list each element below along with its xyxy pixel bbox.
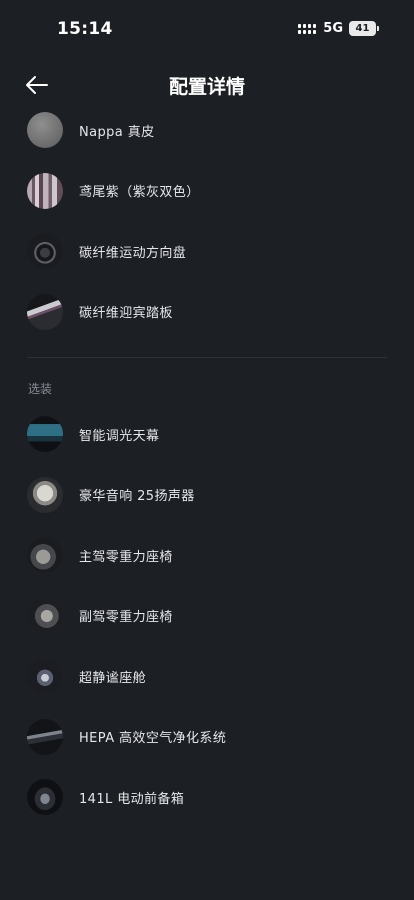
config-item-audio[interactable]: 豪华音响 25扬声器 (0, 465, 414, 526)
config-item-steering-wheel[interactable]: 碳纤维运动方向盘 (0, 221, 414, 282)
nappa-leather-thumb (27, 112, 63, 149)
signal-icon (298, 23, 317, 34)
config-item-label: 141L 电动前备箱 (79, 791, 185, 807)
config-item-label: 豪华音响 25扬声器 (79, 489, 195, 505)
config-item-label: 智能调光天幕 (79, 428, 160, 444)
config-item-door-sill[interactable]: 碳纤维迎宾踏板 (0, 282, 414, 343)
config-item-label: Nappa 真皮 (79, 124, 155, 140)
config-item-driver-seat[interactable]: 主驾零重力座椅 (0, 525, 414, 586)
config-item-nappa-leather[interactable]: Nappa 真皮 (0, 100, 414, 161)
config-item-label: 副驾零重力座椅 (79, 610, 173, 626)
door-sill-thumb (27, 293, 63, 330)
page-title: 配置详情 (168, 76, 245, 98)
config-item-label: 鸢尾紫（紫灰双色） (79, 185, 200, 201)
config-item-frunk[interactable]: 141L 电动前备箱 (0, 767, 414, 828)
status-indicators: 5G 41 (298, 21, 379, 36)
config-item-label: 碳纤维运动方向盘 (79, 245, 187, 261)
frunk-thumb (27, 779, 63, 816)
section-divider (27, 357, 387, 358)
battery-icon: 41 (349, 21, 379, 36)
quiet-cabin-thumb (27, 658, 63, 695)
config-item-label: 超静谧座舱 (79, 670, 147, 686)
battery-level: 41 (355, 23, 370, 34)
config-item-passenger-seat[interactable]: 副驾零重力座椅 (0, 586, 414, 647)
passenger-seat-thumb (27, 597, 63, 634)
steering-wheel-thumb (27, 233, 63, 270)
air-filter-thumb (27, 718, 63, 755)
status-bar: 15:14 5G 41 (0, 0, 414, 62)
network-type: 5G (323, 21, 343, 36)
config-item-quiet-cabin[interactable]: 超静谧座舱 (0, 646, 414, 707)
driver-seat-thumb (27, 537, 63, 574)
speaker-thumb (27, 476, 63, 513)
config-item-iris-purple[interactable]: 鸢尾紫（紫灰双色） (0, 161, 414, 222)
config-item-label: HEPA 高效空气净化系统 (79, 731, 227, 747)
config-item-label: 碳纤维迎宾踏板 (79, 306, 173, 322)
optional-section-label: 选装 (28, 382, 53, 396)
config-item-panoramic-roof[interactable]: 智能调光天幕 (0, 404, 414, 465)
status-time: 15:14 (57, 19, 113, 39)
config-list: Nappa 真皮 鸢尾紫（紫灰双色） 碳纤维运动方向盘 碳纤维迎宾踏板 选装 智… (0, 100, 414, 828)
panoramic-roof-thumb (27, 416, 63, 453)
config-item-hepa[interactable]: HEPA 高效空气净化系统 (0, 707, 414, 768)
iris-purple-thumb (27, 172, 63, 209)
config-item-label: 主驾零重力座椅 (79, 549, 173, 565)
